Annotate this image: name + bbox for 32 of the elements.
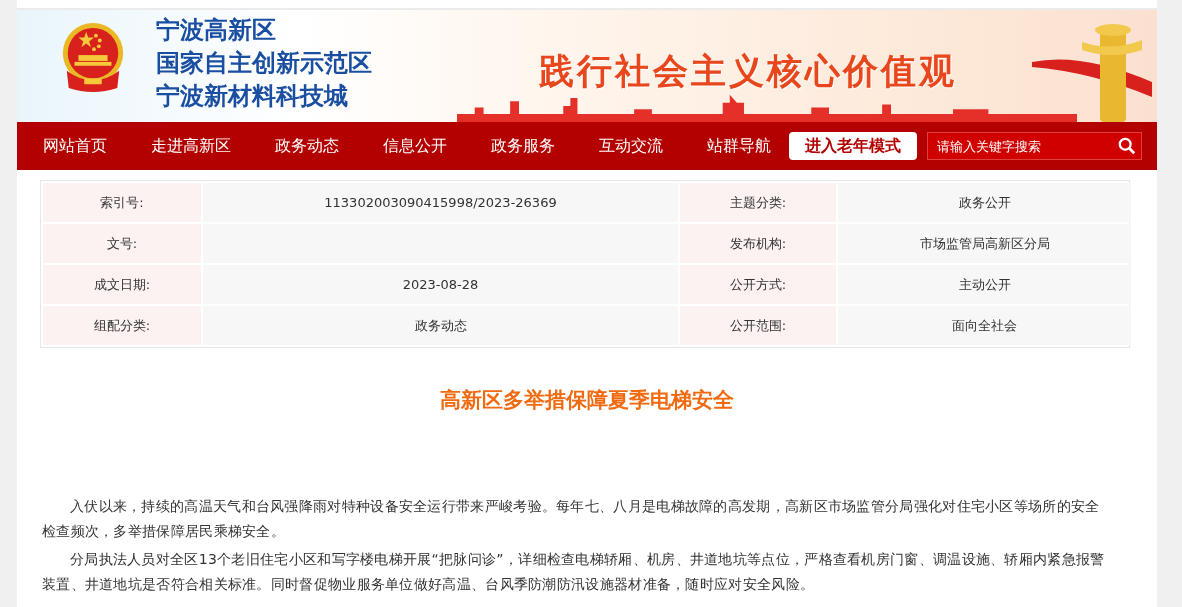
meta-label: 公开方式: bbox=[680, 265, 836, 304]
meta-label: 组配分类: bbox=[43, 306, 201, 345]
nav-link[interactable]: 互动交流 bbox=[599, 135, 663, 157]
site-name-line: 宁波新材料科技城 bbox=[156, 81, 349, 112]
site-name-line: 宁波高新区 bbox=[156, 15, 277, 46]
site-name-line: 国家自主创新示范区 bbox=[156, 48, 372, 79]
meta-value: 主动公开 bbox=[838, 265, 1131, 304]
meta-label: 索引号: bbox=[43, 183, 201, 222]
meta-label: 发布机构: bbox=[680, 224, 836, 263]
article-title: 高新区多举措保障夏季电梯安全 bbox=[439, 387, 735, 414]
nav-link[interactable]: 政务动态 bbox=[275, 135, 339, 157]
meta-label: 公开范围: bbox=[680, 306, 836, 345]
search-field[interactable]: 请输入关键字搜索 bbox=[927, 132, 1142, 160]
nav-link[interactable]: 走进高新区 bbox=[151, 135, 231, 157]
meta-label: 主题分类: bbox=[680, 183, 836, 222]
slogan-text: 践行社会主义核心价值观 bbox=[539, 50, 957, 93]
elder-mode-button[interactable]: 进入老年模式 bbox=[789, 132, 917, 160]
meta-value: 市场监管局高新区分局 bbox=[838, 224, 1131, 263]
meta-label: 文号: bbox=[43, 224, 201, 263]
meta-value: 政务公开 bbox=[838, 183, 1131, 222]
meta-value: 113302003090415998/2023-26369 bbox=[203, 183, 678, 222]
nav-link[interactable]: 政务服务 bbox=[491, 135, 555, 157]
meta-value: 政务动态 bbox=[203, 306, 678, 345]
nav-link[interactable]: 网站首页 bbox=[43, 135, 107, 157]
search-icon[interactable] bbox=[1118, 137, 1136, 155]
meta-value: 2023-08-28 bbox=[203, 265, 678, 304]
article-paragraph: 入伏以来，持续的高温天气和台风强降雨对特种设备安全运行带来严峻考验。每年七、八月是电梯故障的高发期，高新区市场监管分局强化对住宅小区等场所的安全检查频次，多举措保障居民乘梯安全。 bbox=[42, 497, 1101, 541]
meta-value: 面向全社会 bbox=[838, 306, 1131, 345]
meta-label: 成文日期: bbox=[43, 265, 201, 304]
article-paragraph: 分局执法人员对全区13个老旧住宅小区和写字楼电梯开展“把脉问诊”，详细检查电梯轿厢、机房、井道地坑等点位，严格查看机房门窗、调温设施、轿厢内紧急报警装置、井道地坑是否符合相关标准。同时督促物业服务单位做好高温、台风季防潮防汛设施器材准备，随时应对安全风险。 bbox=[42, 550, 1106, 594]
nav-link[interactable]: 站群导航 bbox=[707, 135, 771, 157]
nav-link[interactable]: 信息公开 bbox=[383, 135, 447, 157]
